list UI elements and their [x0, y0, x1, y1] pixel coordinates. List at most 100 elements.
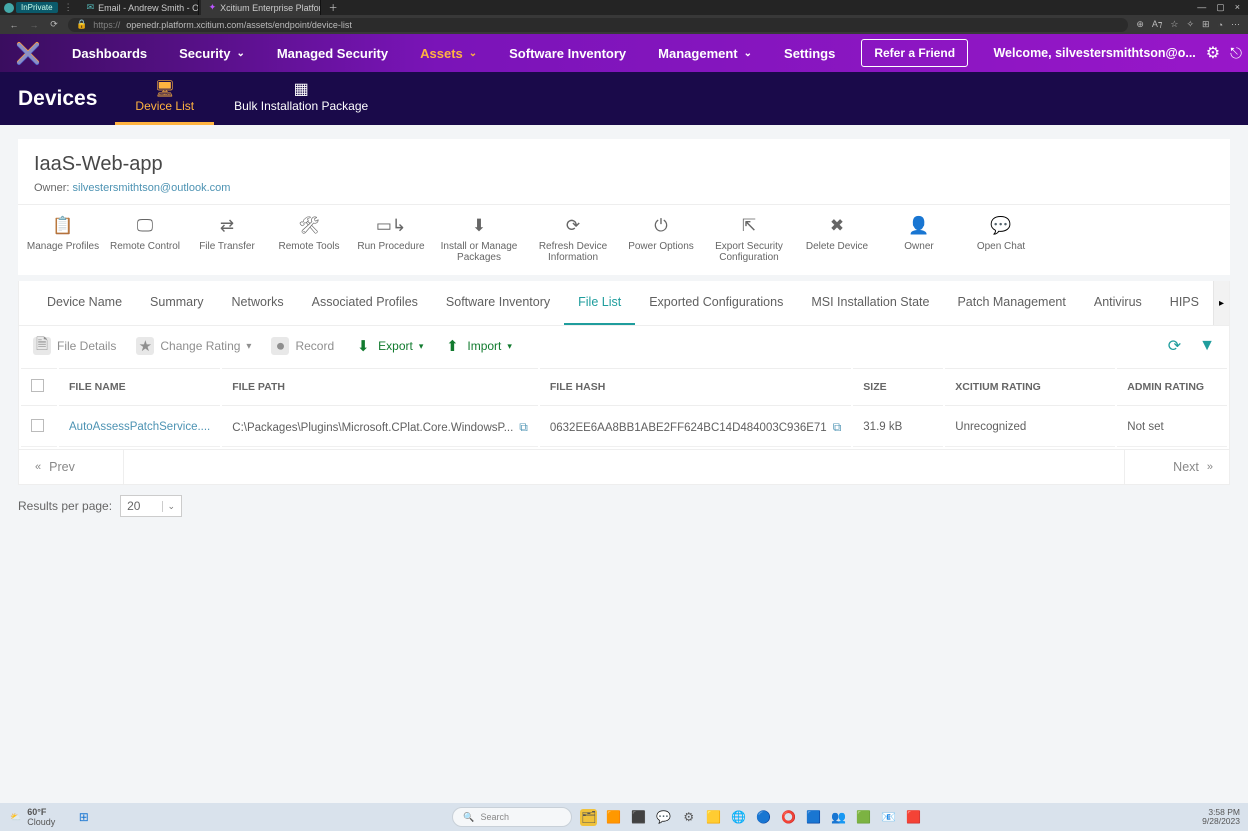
browser-tab-outlook[interactable]: ✉ Email - Andrew Smith - Outlook × — [79, 0, 199, 15]
refresh-icon[interactable]: ⟳ — [48, 19, 60, 31]
tb-app-icon[interactable]: 🟥 — [905, 809, 922, 826]
filter-icon[interactable]: ▼ — [1199, 337, 1215, 355]
action-refresh-info[interactable]: ⟳Refresh Device Information — [528, 215, 618, 265]
tab-msi-state[interactable]: MSI Installation State — [797, 281, 943, 325]
nav-managed-security[interactable]: Managed Security — [261, 34, 404, 72]
detail-tabs: Device Name Summary Networks Associated … — [19, 281, 1229, 326]
back-icon[interactable]: ← — [8, 19, 20, 31]
sub-tab-bulk-install[interactable]: ▦ Bulk Installation Package — [214, 72, 388, 125]
collections-icon[interactable]: ✧ — [1186, 19, 1194, 30]
file-details-button[interactable]: 🗎File Details — [33, 337, 116, 355]
tb-explorer-icon[interactable]: 🗂 — [580, 809, 597, 826]
action-export-security[interactable]: ⇱Export Security Configuration — [704, 215, 794, 265]
owner-email-link[interactable]: silvestersmithtson@outlook.com — [73, 182, 231, 194]
copy-path-icon[interactable]: ⧉ — [513, 420, 528, 434]
start-button[interactable]: ⊞ — [75, 809, 92, 826]
action-file-transfer[interactable]: ⇄File Transfer — [188, 215, 266, 265]
profile-icon[interactable]: ◔ — [1218, 20, 1223, 30]
col-xcitium-rating[interactable]: XCITIUM RATING — [945, 368, 1115, 406]
tab-associated-profiles[interactable]: Associated Profiles — [298, 281, 432, 325]
close-window-icon[interactable]: × — [1235, 2, 1240, 13]
table-row[interactable]: AutoAssessPatchService.... C:\Packages\P… — [21, 408, 1227, 447]
tab-networks[interactable]: Networks — [218, 281, 298, 325]
tab-summary[interactable]: Summary — [136, 281, 217, 325]
gear-icon[interactable]: ⚙ — [1206, 43, 1220, 63]
file-name-link[interactable]: AutoAssessPatchService.... — [69, 421, 210, 433]
action-run-procedure[interactable]: ▭↳Run Procedure — [352, 215, 430, 265]
tb-edge-icon[interactable]: 🔵 — [755, 809, 772, 826]
action-power-options[interactable]: ⏻Power Options — [622, 215, 700, 265]
refresh-device-icon: ⟳ — [566, 217, 580, 235]
taskbar-search[interactable]: 🔍 Search — [452, 807, 572, 827]
refresh-table-icon[interactable]: ⟳ — [1168, 336, 1181, 356]
chevron-down-icon: ⌄ — [236, 48, 244, 59]
tb-app-icon[interactable]: 🟧 — [605, 809, 622, 826]
change-rating-button[interactable]: ★Change Rating▾ — [136, 337, 251, 355]
results-per-page-select[interactable]: 20 ⌄ — [120, 495, 182, 517]
action-manage-profiles[interactable]: 📋Manage Profiles — [24, 215, 102, 265]
action-remote-tools[interactable]: 🛠Remote Tools — [270, 215, 348, 265]
tb-chat-icon[interactable]: 💬 — [655, 809, 672, 826]
tb-app-icon[interactable]: ⬛ — [630, 809, 647, 826]
select-all-checkbox[interactable] — [31, 379, 44, 392]
action-install-packages[interactable]: ⬇Install or Manage Packages — [434, 215, 524, 265]
action-owner[interactable]: 👤Owner — [880, 215, 958, 265]
tb-app-icon[interactable]: 🟦 — [805, 809, 822, 826]
tab-device-name[interactable]: Device Name — [33, 281, 136, 325]
tb-outlook-icon[interactable]: 📧 — [880, 809, 897, 826]
col-admin-rating[interactable]: ADMIN RATING — [1117, 368, 1227, 406]
col-size[interactable]: SIZE — [853, 368, 943, 406]
tab-file-list[interactable]: File List — [564, 281, 635, 325]
action-open-chat[interactable]: 💬Open Chat — [962, 215, 1040, 265]
results-per-page-label: Results per page: — [18, 499, 112, 513]
search-icon[interactable]: ⊕ — [1136, 19, 1144, 30]
tab-hips[interactable]: HIPS — [1156, 281, 1213, 325]
tab-patch-management[interactable]: Patch Management — [943, 281, 1079, 325]
tabs-scroll-right[interactable]: ▸ — [1213, 281, 1229, 325]
minimize-icon[interactable]: — — [1197, 2, 1206, 13]
first-page-icon[interactable]: « — [35, 461, 41, 473]
tab-antivirus[interactable]: Antivirus — [1080, 281, 1156, 325]
menu-icon[interactable]: ⋯ — [1231, 19, 1240, 30]
export-button[interactable]: ⬇Export▾ — [354, 337, 423, 355]
tb-edge-icon[interactable]: 🌐 — [730, 809, 747, 826]
action-remote-control[interactable]: 🖵Remote Control — [106, 215, 184, 265]
read-aloud-icon[interactable]: A⁊ — [1152, 19, 1162, 30]
logout-icon[interactable]: ⎋ — [1230, 45, 1242, 62]
address-bar[interactable]: 🔒 https://openedr.platform.xcitium.com/a… — [68, 18, 1128, 32]
nav-management[interactable]: Management⌄ — [642, 34, 768, 72]
taskbar-date[interactable]: 9/28/2023 — [1202, 817, 1240, 826]
tb-app-icon[interactable]: 🟨 — [705, 809, 722, 826]
sub-tab-device-list[interactable]: 🖥 Device List — [115, 72, 214, 125]
record-button[interactable]: ⏺Record — [271, 337, 334, 355]
nav-security[interactable]: Security⌄ — [163, 34, 261, 72]
tab-software-inventory[interactable]: Software Inventory — [432, 281, 564, 325]
xcitium-logo[interactable] — [12, 37, 44, 69]
tb-chrome-icon[interactable]: ⭕ — [780, 809, 797, 826]
copy-hash-icon[interactable]: ⧉ — [827, 420, 842, 434]
browser-tab-xcitium[interactable]: ✦ Xcitium Enterprise Platform × — [201, 0, 321, 15]
row-checkbox[interactable] — [31, 419, 44, 432]
extensions-icon[interactable]: ⊞ — [1202, 19, 1210, 30]
import-button[interactable]: ⬆Import▾ — [443, 337, 512, 355]
next-button[interactable]: Next — [1173, 460, 1199, 474]
maximize-icon[interactable]: ▢ — [1216, 2, 1225, 13]
favorite-icon[interactable]: ☆ — [1170, 19, 1178, 30]
nav-settings[interactable]: Settings — [768, 34, 851, 72]
new-tab-button[interactable]: ＋ — [323, 1, 344, 14]
prev-button[interactable]: Prev — [49, 460, 75, 474]
nav-software-inventory[interactable]: Software Inventory — [493, 34, 642, 72]
tb-teams-icon[interactable]: 👥 — [830, 809, 847, 826]
forward-icon[interactable]: → — [28, 19, 40, 31]
refer-friend-button[interactable]: Refer a Friend — [861, 39, 968, 67]
nav-assets[interactable]: Assets⌄ — [404, 34, 493, 72]
tb-settings-icon[interactable]: ⚙ — [680, 809, 697, 826]
tb-app-icon[interactable]: 🟩 — [855, 809, 872, 826]
col-file-name[interactable]: FILE NAME — [59, 368, 220, 406]
action-delete-device[interactable]: ✖Delete Device — [798, 215, 876, 265]
nav-dashboards[interactable]: Dashboards — [56, 34, 163, 72]
last-page-icon[interactable]: » — [1207, 461, 1213, 473]
col-file-hash[interactable]: FILE HASH — [540, 368, 851, 406]
tab-exported-configs[interactable]: Exported Configurations — [635, 281, 797, 325]
col-file-path[interactable]: FILE PATH — [222, 368, 538, 406]
